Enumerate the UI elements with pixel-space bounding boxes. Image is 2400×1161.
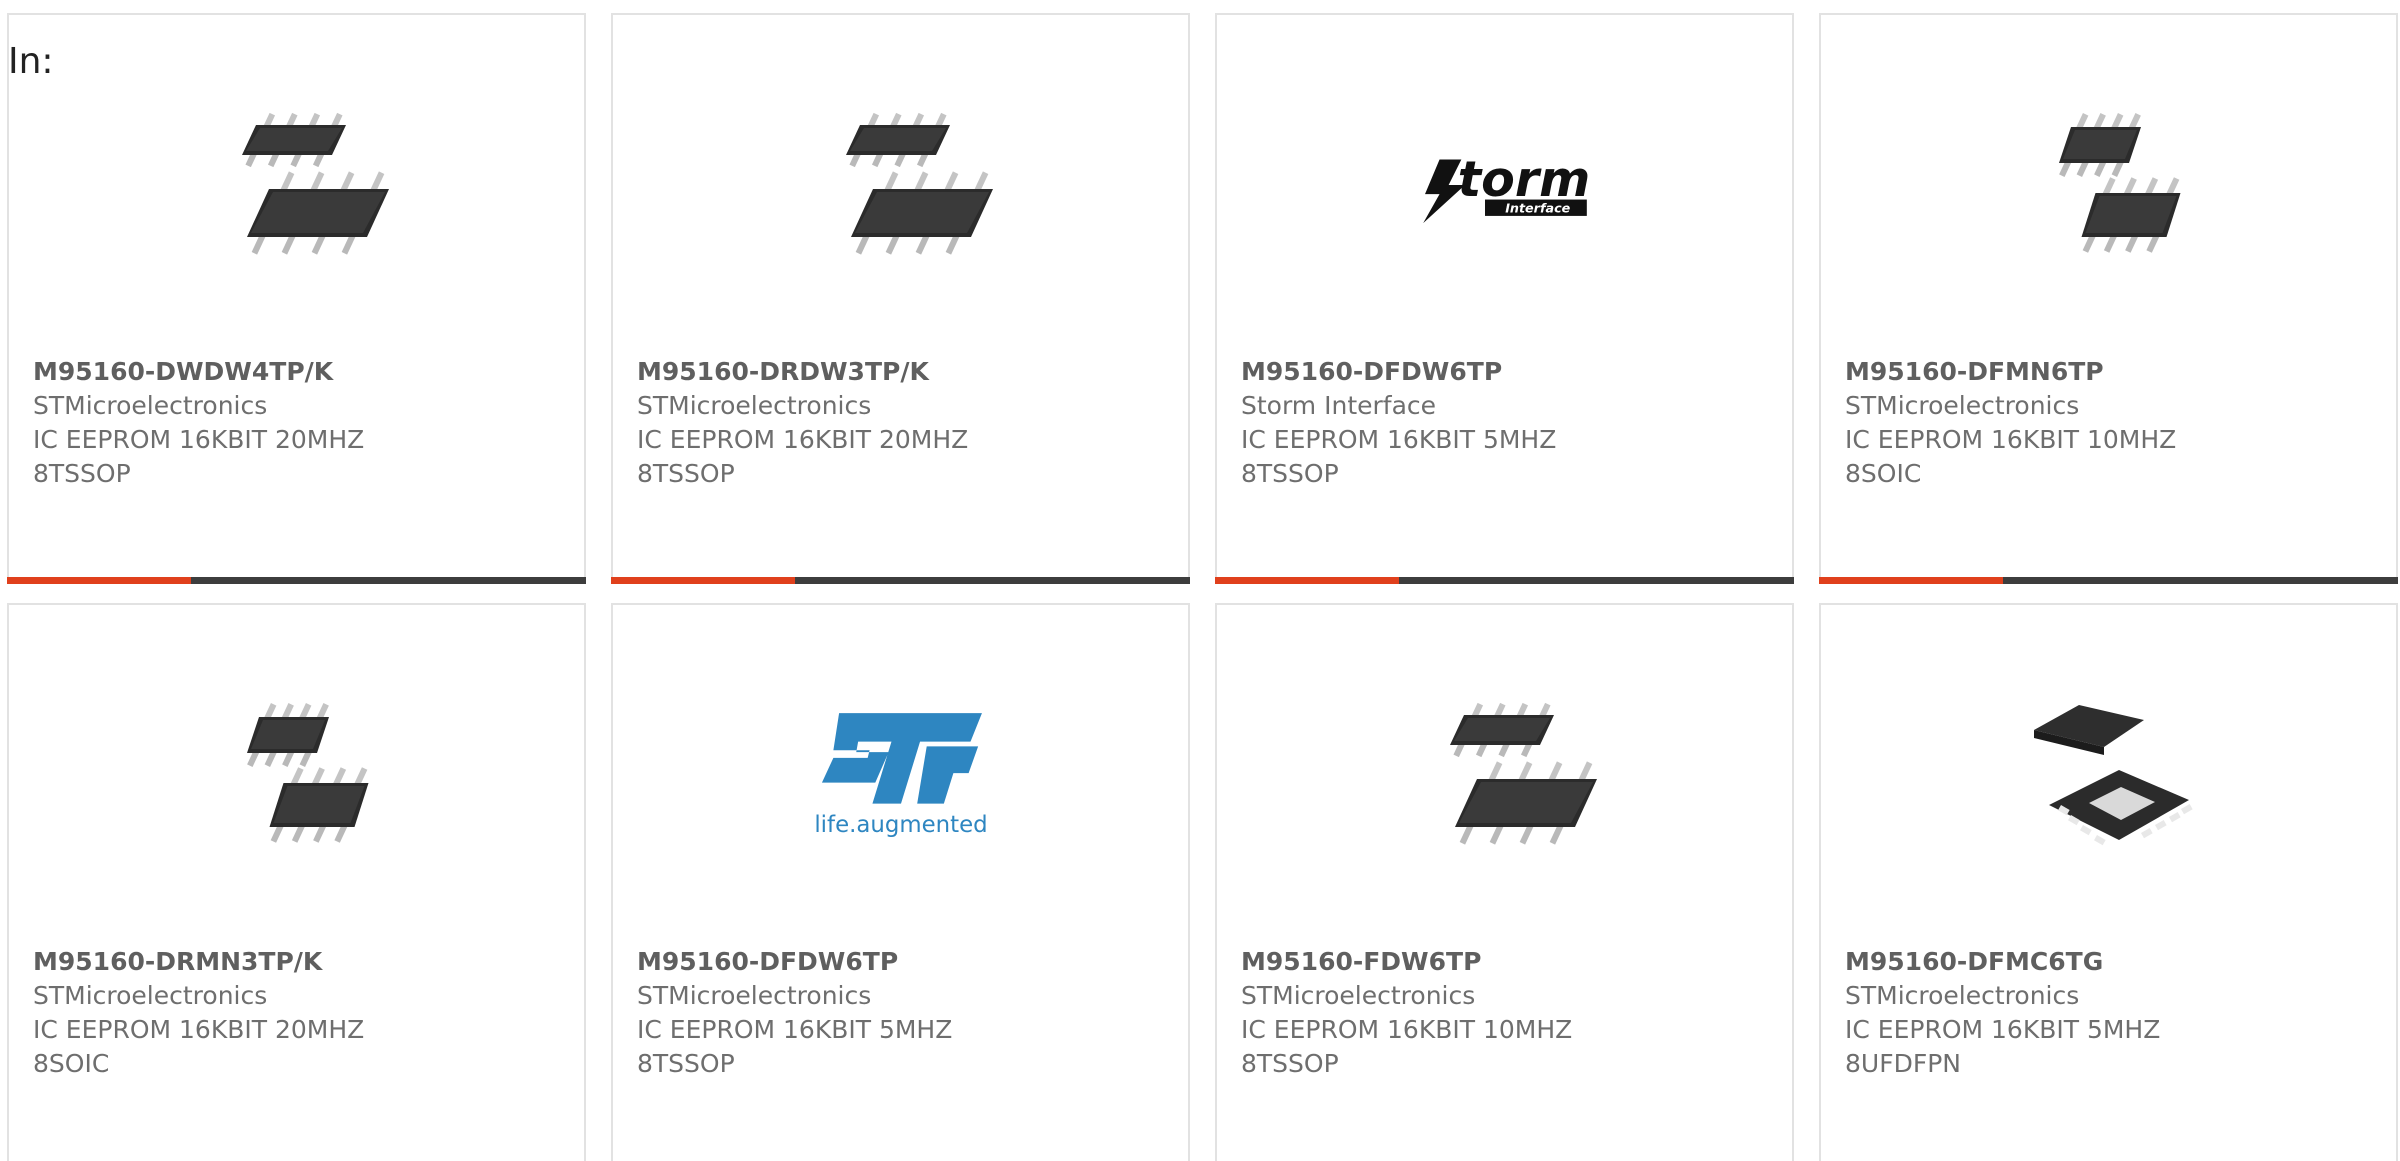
description: IC EEPROM 16KBIT 5MHZ (637, 1015, 953, 1044)
st-life-augmented-logo: life.augmented (801, 675, 1001, 875)
manufacturer: STMicroelectronics (637, 981, 872, 1010)
part-number[interactable]: M95160-DFMN6TP (1845, 355, 2386, 389)
manufacturer: STMicroelectronics (1845, 391, 2080, 420)
tssop-chip-image (197, 85, 397, 285)
part-number[interactable]: M95160-DFDW6TP (1241, 355, 1782, 389)
soic-chip-image (197, 675, 397, 875)
part-number[interactable]: M95160-DWDW4TP/K (33, 355, 574, 389)
in-label: In: (8, 41, 54, 82)
package: 8TSSOP (1241, 1049, 1339, 1078)
description: IC EEPROM 16KBIT 20MHZ (637, 425, 969, 454)
part-number[interactable]: M95160-FDW6TP (1241, 945, 1782, 979)
package: 8TSSOP (33, 459, 131, 488)
card-progress-bar (1215, 577, 1794, 584)
product-card[interactable]: torm Interface M95160-DFDW6TP Storm Inte… (1215, 13, 1794, 584)
storm-interface-logo: torm Interface (1405, 85, 1605, 285)
tssop-chip-image (801, 85, 1001, 285)
product-card[interactable]: M95160-DRMN3TP/K STMicroelectronics IC E… (7, 603, 586, 1161)
card-progress-bar (1819, 577, 2398, 584)
soic-chip-image (2009, 85, 2209, 285)
product-card[interactable]: M95160-DWDW4TP/K STMicroelectronics IC E… (7, 13, 586, 584)
tssop-chip-image (1405, 675, 1605, 875)
package: 8TSSOP (637, 459, 735, 488)
product-card[interactable]: M95160-DRDW3TP/K STMicroelectronics IC E… (611, 13, 1190, 584)
product-grid: M95160-DWDW4TP/K STMicroelectronics IC E… (0, 0, 2400, 1161)
product-card[interactable]: M95160-FDW6TP STMicroelectronics IC EEPR… (1215, 603, 1794, 1161)
product-results-page: In: M95160-DWDW4TP/K STMicroelectronics … (0, 0, 2400, 1161)
description: IC EEPROM 16KBIT 5MHZ (1241, 425, 1557, 454)
description: IC EEPROM 16KBIT 5MHZ (1845, 1015, 2161, 1044)
part-number[interactable]: M95160-DFDW6TP (637, 945, 1178, 979)
manufacturer: STMicroelectronics (33, 391, 268, 420)
card-accent (7, 577, 191, 584)
card-accent (611, 577, 795, 584)
manufacturer: STMicroelectronics (637, 391, 872, 420)
manufacturer: Storm Interface (1241, 391, 1437, 420)
description: IC EEPROM 16KBIT 20MHZ (33, 1015, 365, 1044)
description: IC EEPROM 16KBIT 20MHZ (33, 425, 365, 454)
package: 8TSSOP (1241, 459, 1339, 488)
manufacturer: STMicroelectronics (1845, 981, 2080, 1010)
logo-text: torm (1457, 150, 1590, 208)
logo-text: life.augmented (814, 812, 987, 838)
description: IC EEPROM 16KBIT 10MHZ (1241, 1015, 1573, 1044)
part-number[interactable]: M95160-DRDW3TP/K (637, 355, 1178, 389)
product-card[interactable]: M95160-DFMC6TG STMicroelectronics IC EEP… (1819, 603, 2398, 1161)
card-accent (1819, 577, 2003, 584)
card-accent (1215, 577, 1399, 584)
part-number[interactable]: M95160-DRMN3TP/K (33, 945, 574, 979)
ufdfpn-chip-image (2009, 675, 2209, 875)
manufacturer: STMicroelectronics (1241, 981, 1476, 1010)
package: 8SOIC (33, 1049, 110, 1078)
part-number[interactable]: M95160-DFMC6TG (1845, 945, 2386, 979)
product-card[interactable]: life.augmented M95160-DFDW6TP STMicroele… (611, 603, 1190, 1161)
package: 8SOIC (1845, 459, 1922, 488)
package: 8TSSOP (637, 1049, 735, 1078)
manufacturer: STMicroelectronics (33, 981, 268, 1010)
card-progress-bar (7, 577, 586, 584)
product-card[interactable]: M95160-DFMN6TP STMicroelectronics IC EEP… (1819, 13, 2398, 584)
card-progress-bar (611, 577, 1190, 584)
logo-subtext: Interface (1505, 200, 1570, 215)
package: 8UFDFPN (1845, 1049, 1961, 1078)
description: IC EEPROM 16KBIT 10MHZ (1845, 425, 2177, 454)
